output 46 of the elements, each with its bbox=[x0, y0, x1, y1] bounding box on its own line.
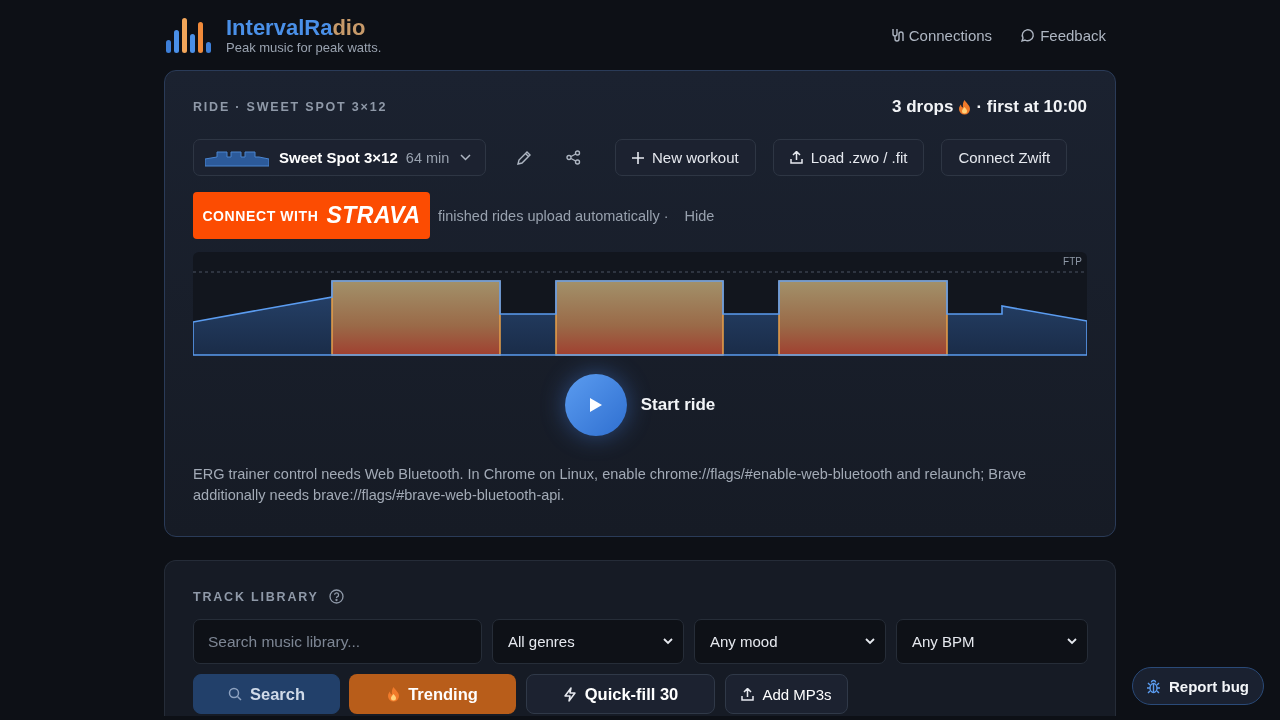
plug-icon bbox=[889, 28, 904, 42]
play-icon bbox=[588, 397, 603, 413]
start-ride-button[interactable] bbox=[564, 374, 627, 436]
search-field[interactable]: Search music library... bbox=[193, 619, 482, 664]
chat-bubble-icon bbox=[1020, 27, 1036, 43]
flame-icon bbox=[387, 686, 401, 702]
load-file-button[interactable]: Load .zwo / .fit bbox=[772, 139, 925, 176]
flame-icon bbox=[958, 99, 972, 115]
upload-icon bbox=[789, 151, 803, 164]
lightning-icon bbox=[562, 686, 577, 702]
library-heading: TRACK LIBRARY bbox=[193, 589, 319, 604]
new-workout-button[interactable]: New workout bbox=[615, 139, 756, 176]
tagline: Peak music for peak watts. bbox=[226, 39, 382, 55]
report-bug-button[interactable]: Report bug bbox=[1132, 667, 1264, 705]
filter-dropdown[interactable]: All genres bbox=[492, 619, 684, 664]
quick-fill-button[interactable]: Quick-fill 30 bbox=[526, 674, 715, 714]
app-title: IntervalRadio bbox=[226, 15, 367, 40]
connections-link[interactable]: Connections bbox=[889, 26, 993, 44]
trending-button[interactable]: Trending bbox=[349, 674, 516, 714]
logo-icon bbox=[164, 16, 214, 54]
search-icon bbox=[227, 687, 242, 701]
pencil-icon bbox=[516, 149, 532, 166]
chevron-down-icon bbox=[460, 154, 471, 161]
chevron-down-icon bbox=[1067, 638, 1077, 645]
feedback-link[interactable]: Feedback bbox=[1020, 26, 1106, 44]
ride-heading: RIDE · SWEET SPOT 3×12 bbox=[193, 100, 388, 114]
share-icon bbox=[566, 150, 581, 165]
first-drop-time: · first at 10:00 bbox=[976, 97, 1087, 117]
filter-dropdown[interactable]: Any mood bbox=[694, 619, 886, 664]
help-icon[interactable] bbox=[328, 589, 344, 604]
add-mp3s-button[interactable]: Add MP3s bbox=[725, 674, 848, 714]
workout-dropdown[interactable]: Sweet Spot 3×12 64 min bbox=[193, 139, 486, 176]
plus-icon bbox=[632, 151, 644, 164]
ftp-label: FTP bbox=[1063, 256, 1082, 267]
chevron-down-icon bbox=[865, 638, 875, 645]
strava-note: finished rides upload automatically · bbox=[438, 207, 669, 224]
filter-dropdown[interactable]: Any BPM bbox=[896, 619, 1088, 664]
hide-link[interactable]: Hide bbox=[678, 206, 721, 225]
upload-icon bbox=[741, 687, 755, 701]
chevron-down-icon bbox=[663, 638, 673, 645]
start-ride-label: Start ride bbox=[640, 395, 716, 415]
workout-profile-icon bbox=[205, 148, 269, 167]
bluetooth-note: ERG trainer control needs Web Bluetooth. In Chrome on Linux, enable chrome://flags/#enable-web-bluetooth and relaunch; Brave additionally needs brave://flags/#brave-web-bluetooth-api. bbox=[193, 465, 1028, 505]
connect-zwift-button[interactable]: Connect Zwift bbox=[941, 139, 1068, 176]
bug-icon bbox=[1146, 678, 1161, 694]
drops-count: 3 drops bbox=[892, 97, 954, 117]
